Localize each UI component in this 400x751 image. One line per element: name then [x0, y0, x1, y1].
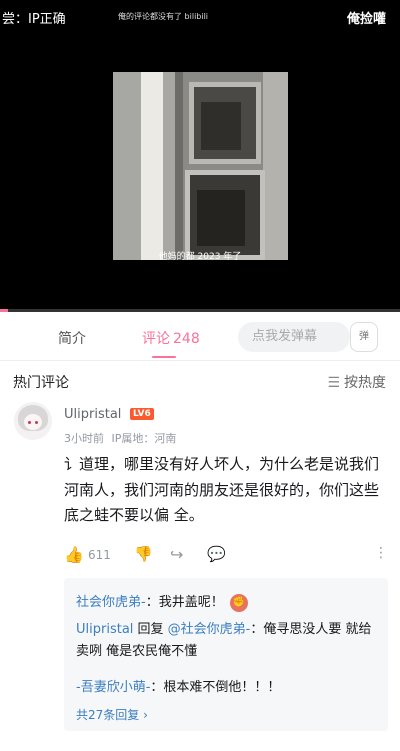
- reply-username[interactable]: 社会你虎弟-: [76, 595, 146, 610]
- thumb-up-icon[interactable]: 👍: [64, 545, 84, 564]
- reply-item[interactable]: -吾妻欣小萌-：根本难不倒他！！！: [76, 677, 376, 699]
- reply-word: 回复: [133, 622, 168, 637]
- view-more-replies-link[interactable]: 共27条回复 ›: [76, 706, 148, 723]
- reply-item[interactable]: Ulipristal 回复 @社会你虎弟-：俺寻思没人要 就给卖咧 俺是农民俺不…: [76, 619, 376, 663]
- more-vertical-icon[interactable]: ⋮: [374, 545, 388, 561]
- tab-active-indicator: [152, 356, 176, 358]
- reply-text: 我井盖呢！: [158, 595, 224, 610]
- level-badge: LV6: [130, 408, 154, 420]
- sort-button[interactable]: ☰ 按热度: [327, 372, 386, 392]
- reply-separator: ：: [250, 622, 264, 637]
- danmaku-input[interactable]: 点我发弹幕: [238, 322, 350, 352]
- reply-separator: ：: [145, 595, 159, 610]
- avatar[interactable]: [14, 402, 52, 440]
- comment-meta: 3小时前 IP属地：河南: [64, 430, 176, 446]
- ip-label: IP属地：: [111, 432, 155, 445]
- tab-intro[interactable]: 简介: [58, 328, 86, 348]
- like-count: 611: [88, 548, 111, 562]
- comment-time: 3小时前: [64, 432, 104, 445]
- reply-username[interactable]: -吾妻欣小萌-: [76, 680, 150, 695]
- replies-box: 社会你虎弟-：我井盖呢！ ✊ Ulipristal 回复 @社会你虎弟-：俺寻思没…: [64, 578, 388, 731]
- reply-separator: ：: [150, 680, 164, 695]
- video-subtitle: 他妈的都 2023 年了: [158, 252, 242, 262]
- tab-comments[interactable]: 评论 248: [142, 328, 200, 348]
- reply-target[interactable]: @社会你虎弟-: [168, 622, 251, 637]
- video-watermark: 俺的评论都没有了 bilibili: [118, 12, 209, 21]
- hot-comments-title: 热门评论: [13, 375, 69, 391]
- video-player[interactable]: 尝：IP正确 俺的评论都没有了 bilibili 俺捡嚾 他妈的都 2023 年…: [0, 0, 400, 312]
- emoji-icon: ✊: [229, 593, 248, 612]
- sort-label: 按热度: [344, 375, 386, 391]
- ip-location: 河南: [154, 432, 177, 445]
- reply-icon[interactable]: 💬: [207, 545, 226, 563]
- thumb-down-icon[interactable]: 👎: [134, 545, 153, 563]
- reply-username[interactable]: Ulipristal: [76, 622, 133, 637]
- video-frame: [113, 72, 288, 260]
- comment-actions: 👍 611 👎 ↪ 💬 ⋮: [64, 545, 390, 567]
- reply-item[interactable]: 社会你虎弟-：我井盖呢！ ✊: [76, 592, 376, 614]
- video-overlay-top: 尝：IP正确 俺的评论都没有了 bilibili 俺捡嚾: [0, 8, 400, 28]
- comment-username[interactable]: Ulipristal: [64, 407, 121, 422]
- menu-icon: ☰: [327, 375, 340, 391]
- tab-comments-label: 评论: [142, 331, 170, 347]
- tab-comments-count: 248: [173, 331, 200, 347]
- danmaku-toggle-button[interactable]: 弹: [350, 322, 378, 352]
- video-top-left-text: 尝：IP正确: [2, 12, 66, 27]
- comment-text: 讠道理，哪里没有好人坏人，为什么老是说我们河南人，我们河南的朋友还是很好的，你们…: [64, 455, 380, 524]
- reply-text: 根本难不倒他！！！: [163, 680, 281, 695]
- share-icon[interactable]: ↪: [170, 545, 183, 564]
- video-top-right-text: 俺捡嚾: [346, 12, 386, 27]
